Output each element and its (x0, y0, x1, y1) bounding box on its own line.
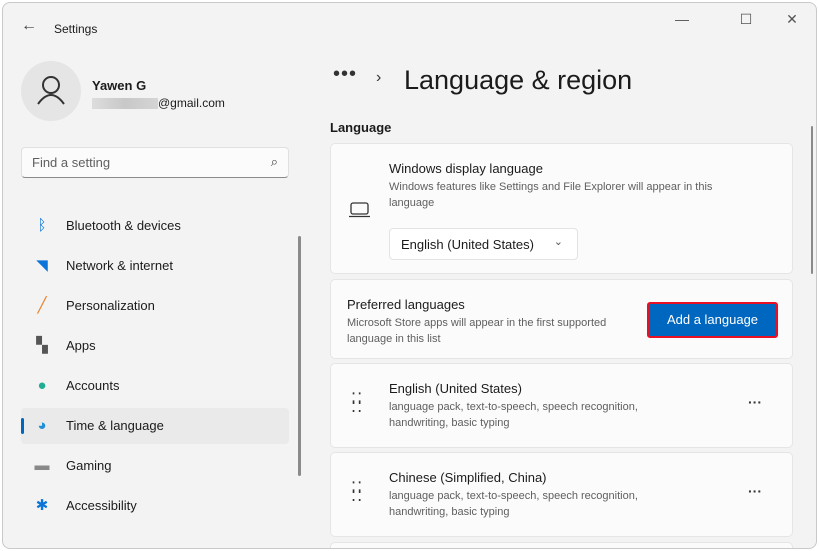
page-title: Language & region (404, 65, 633, 95)
time-language-icon: ◕ (37, 417, 47, 434)
monitor-icon (349, 202, 370, 218)
sidebar-item-apps[interactable]: ▚ Apps (21, 328, 289, 364)
sidebar-item-bluetooth-devices[interactable]: ᛒ Bluetooth & devices (21, 208, 289, 244)
user-name: Yawen G (92, 78, 147, 93)
window-title: Settings (54, 22, 98, 36)
gaming-icon: ▬ (34, 457, 50, 474)
language-features: language pack, text-to-speech, speech re… (389, 401, 638, 429)
next-card (330, 542, 793, 548)
sidebar-item-label: Accounts (66, 378, 120, 393)
section-heading: Language (330, 120, 392, 135)
accounts-icon: ● (37, 377, 47, 394)
back-button[interactable]: ← (21, 17, 37, 35)
sidebar-scrollbar[interactable] (298, 236, 301, 476)
wifi-icon: ◥ (36, 257, 48, 274)
search-icon: ⌕ (270, 154, 278, 169)
sidebar-item-label: Gaming (66, 458, 112, 473)
sidebar-item-label: Accessibility (66, 498, 137, 513)
email-redacted (92, 98, 158, 109)
drag-handle-icon[interactable]: ⁚⁚ ⁚⁚ (351, 481, 363, 505)
search-placeholder: Find a setting (32, 155, 111, 170)
main-scrollbar[interactable] (811, 126, 813, 274)
sidebar-item-gaming[interactable]: ▬ Gaming (21, 448, 289, 484)
sidebar-item-label: Apps (66, 338, 96, 353)
search-input[interactable]: Find a setting ⌕ (21, 147, 289, 178)
language-name: English (United States) (389, 381, 522, 396)
close-button[interactable]: ✕ (777, 11, 807, 28)
user-email: @gmail.com (158, 96, 225, 110)
more-options-button[interactable]: ··· (748, 394, 762, 410)
settings-window: ← Settings — ☐ ✕ Yawen G @gmail.com Find… (2, 2, 817, 549)
chevron-right-icon: › (376, 69, 382, 86)
avatar[interactable] (21, 61, 81, 121)
language-item[interactable]: ⁚⁚ ⁚⁚ English (United States) language pa… (330, 363, 793, 448)
sidebar-item-label: Personalization (66, 298, 155, 313)
person-icon (37, 76, 65, 105)
display-language-desc: Windows features like Settings and File … (389, 181, 713, 209)
drag-handle-icon[interactable]: ⁚⁚ ⁚⁚ (351, 392, 363, 416)
maximize-button[interactable]: ☐ (731, 11, 761, 28)
language-features: language pack, text-to-speech, speech re… (389, 490, 638, 518)
chevron-down-icon: ⌄ (553, 236, 563, 248)
sidebar-item-accessibility[interactable]: ✱ Accessibility (21, 488, 289, 524)
sidebar-item-personalization[interactable]: ╱ Personalization (21, 288, 289, 324)
display-language-card: Windows display language Windows feature… (330, 143, 793, 274)
minimize-button[interactable]: — (667, 11, 697, 27)
language-item[interactable]: ⁚⁚ ⁚⁚ Chinese (Simplified, China) languag… (330, 452, 793, 537)
bluetooth-icon: ᛒ (37, 217, 47, 234)
display-language-dropdown[interactable]: English (United States) ⌄ (389, 228, 578, 260)
sidebar-item-accounts[interactable]: ● Accounts (21, 368, 289, 404)
dropdown-value: English (United States) (401, 237, 534, 252)
preferred-languages-card: Preferred languages Microsoft Store apps… (330, 279, 793, 359)
more-options-button[interactable]: ··· (748, 483, 762, 499)
sidebar-item-label: Bluetooth & devices (66, 218, 181, 233)
sidebar-item-network-internet[interactable]: ◥ Network & internet (21, 248, 289, 284)
selected-indicator (21, 418, 24, 434)
display-language-title: Windows display language (389, 161, 543, 176)
preferred-languages-title: Preferred languages (347, 297, 465, 312)
sidebar-item-time-language[interactable]: ◕ Time & language (21, 408, 289, 444)
add-language-button[interactable]: Add a language (647, 302, 778, 338)
brush-icon: ╱ (37, 297, 47, 314)
sidebar-item-label: Network & internet (66, 258, 173, 273)
language-name: Chinese (Simplified, China) (389, 470, 547, 485)
sidebar-item-label: Time & language (66, 418, 164, 433)
accessibility-icon: ✱ (35, 497, 49, 514)
breadcrumb-more[interactable]: ••• (333, 63, 357, 86)
apps-icon: ▚ (36, 337, 48, 354)
preferred-languages-desc: Microsoft Store apps will appear in the … (347, 317, 607, 345)
